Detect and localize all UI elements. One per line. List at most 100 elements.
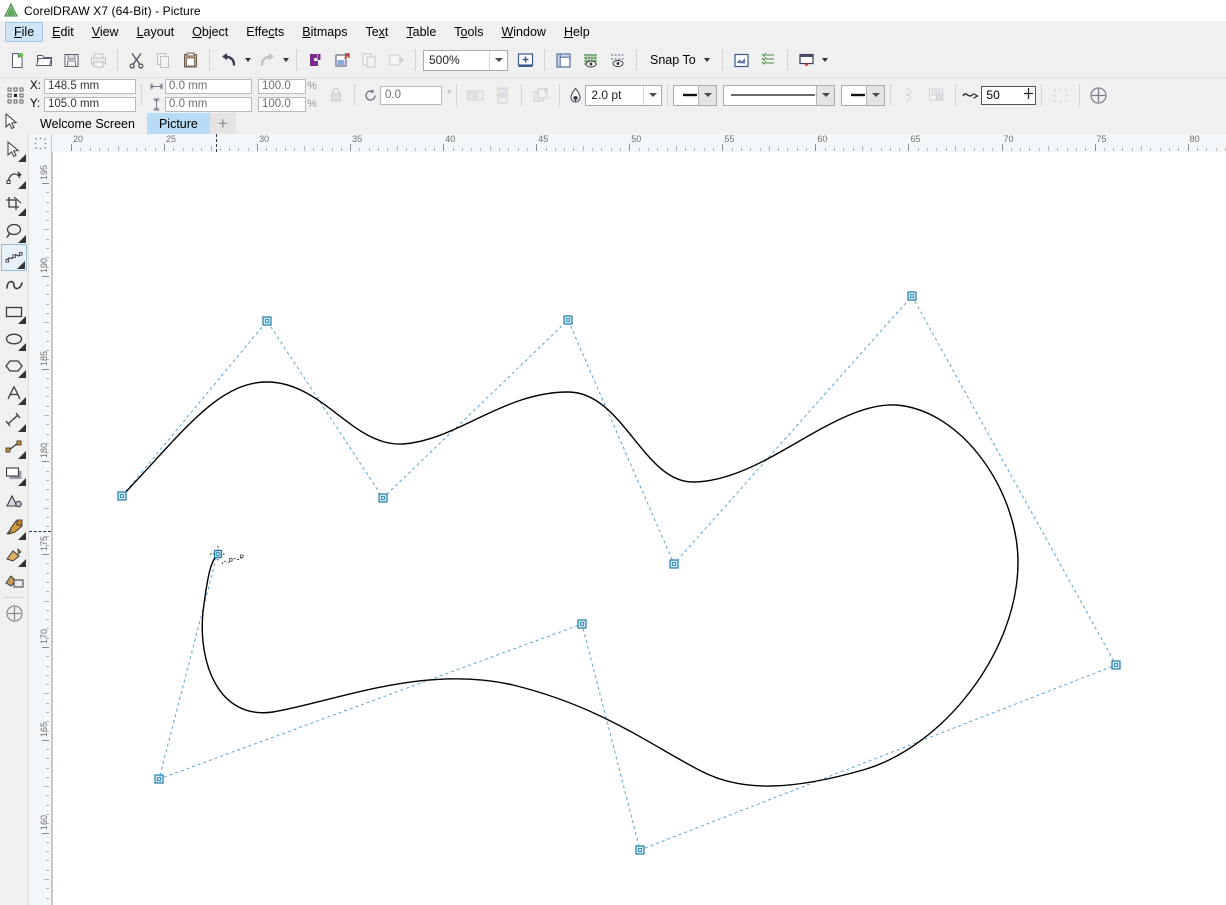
freehand-tool[interactable] xyxy=(1,244,27,271)
show-grid-button[interactable] xyxy=(577,47,604,74)
object-height-field[interactable]: 0.0 mm xyxy=(165,96,252,112)
pick-tool[interactable] xyxy=(1,136,27,163)
menu-help[interactable]: Help xyxy=(555,22,599,42)
color-eyedropper-tool[interactable] xyxy=(1,514,27,541)
shape-tool[interactable] xyxy=(1,163,27,190)
menu-effects[interactable]: Effects xyxy=(237,22,293,42)
show-rulers-button[interactable] xyxy=(550,47,577,74)
curve-node[interactable] xyxy=(378,493,388,503)
curve-node[interactable] xyxy=(577,619,587,629)
drop-shadow-tool[interactable] xyxy=(1,460,27,487)
end-arrow-dropdown-arrow[interactable] xyxy=(866,85,885,105)
curve-node[interactable] xyxy=(1111,660,1121,670)
snap-to-arrow[interactable] xyxy=(702,49,713,71)
tab-picture[interactable]: Picture xyxy=(146,113,210,134)
rectangle-tool[interactable] xyxy=(1,298,27,325)
smart-fill-tool[interactable] xyxy=(1,568,27,595)
add-node-icon[interactable] xyxy=(1085,82,1112,109)
curve-node[interactable] xyxy=(907,291,917,301)
line-style-combo[interactable] xyxy=(723,84,836,106)
import-button[interactable] xyxy=(302,47,329,74)
text-tool[interactable] xyxy=(1,379,27,406)
application-launcher-arrow[interactable] xyxy=(820,49,831,71)
tab-welcome-screen[interactable]: Welcome Screen xyxy=(28,113,147,134)
copy-button[interactable] xyxy=(150,47,177,74)
curve-node[interactable] xyxy=(117,491,127,501)
curve-node[interactable] xyxy=(563,315,573,325)
lock-ratio-icon[interactable] xyxy=(322,82,349,109)
parallel-dimension-tool[interactable] xyxy=(1,406,27,433)
vertical-ruler[interactable]: 195 190 185 180 175 170 165 160 xyxy=(29,152,52,905)
scale-horizontal-field[interactable]: 100.0 xyxy=(258,78,306,94)
start-arrow-combo[interactable] xyxy=(673,84,718,106)
print-button[interactable] xyxy=(85,47,112,74)
menu-table[interactable]: Table xyxy=(397,22,445,42)
curve-node[interactable] xyxy=(635,845,645,855)
line-style-dropdown-arrow[interactable] xyxy=(816,85,835,105)
y-position-field[interactable]: 105.0 mm xyxy=(44,96,136,112)
options-button[interactable] xyxy=(728,47,755,74)
send-to-button[interactable] xyxy=(383,47,410,74)
rotation-angle-field[interactable]: 0.0 xyxy=(380,85,442,105)
menu-window[interactable]: Window xyxy=(492,22,554,42)
menu-object[interactable]: Object xyxy=(183,22,237,42)
open-document-button[interactable] xyxy=(31,47,58,74)
start-arrow-dropdown-arrow[interactable] xyxy=(698,85,717,105)
zoom-level-combo[interactable]: 500% xyxy=(423,49,508,71)
ellipse-tool[interactable] xyxy=(1,325,27,352)
new-document-button[interactable] xyxy=(4,47,31,74)
transparency-tool[interactable] xyxy=(1,487,27,514)
redo-button[interactable] xyxy=(253,47,280,74)
auto-close-curve-icon[interactable] xyxy=(1047,82,1074,109)
export-button[interactable] xyxy=(329,47,356,74)
curve-node[interactable] xyxy=(669,559,679,569)
smart-drawing-tool[interactable] xyxy=(1,271,27,298)
object-manager-button[interactable] xyxy=(755,47,782,74)
wrap-paragraph-text-icon[interactable] xyxy=(896,82,923,109)
paste-button[interactable] xyxy=(177,47,204,74)
outline-pen-icon[interactable] xyxy=(565,82,585,109)
curve-node[interactable] xyxy=(154,774,164,784)
publish-pdf-button[interactable] xyxy=(356,47,383,74)
menu-edit[interactable]: Edit xyxy=(43,22,83,42)
zoom-level-dropdown-arrow[interactable] xyxy=(489,50,507,70)
quick-customize-button[interactable] xyxy=(1,600,27,627)
crop-tool[interactable] xyxy=(1,190,27,217)
snap-to-dropdown[interactable]: Snap To xyxy=(642,49,717,71)
end-arrow-combo[interactable] xyxy=(841,84,886,106)
object-width-field[interactable]: 0.0 mm xyxy=(165,78,252,94)
ruler-corner[interactable] xyxy=(29,134,52,153)
full-screen-preview-button[interactable] xyxy=(512,47,539,74)
save-document-button[interactable] xyxy=(58,47,85,74)
horizontal-ruler[interactable]: 20 25 30 35 40 45 50 55 60 65 70 75 80 xyxy=(52,134,1226,153)
drawing-canvas[interactable] xyxy=(52,152,1226,905)
menu-text[interactable]: Text xyxy=(356,22,397,42)
menu-view[interactable]: View xyxy=(83,22,128,42)
freehand-smoothing-spinner[interactable]: 50 xyxy=(981,85,1037,105)
curve-node[interactable] xyxy=(262,316,272,326)
add-tab-button[interactable]: + xyxy=(209,113,236,134)
order-to-front-icon[interactable] xyxy=(527,82,554,109)
application-launcher-button[interactable] xyxy=(793,47,820,74)
object-origin-selector[interactable] xyxy=(3,82,27,109)
x-position-field[interactable]: 148.5 mm xyxy=(44,78,136,94)
mirror-horizontally-icon[interactable] xyxy=(462,82,489,109)
outline-width-combo[interactable]: 2.0 pt xyxy=(585,84,663,106)
scale-vertical-field[interactable]: 100.0 xyxy=(258,96,306,112)
outline-width-dropdown-arrow[interactable] xyxy=(643,85,662,105)
cut-button[interactable] xyxy=(123,47,150,74)
zoom-tool[interactable] xyxy=(1,217,27,244)
straight-line-connector-tool[interactable] xyxy=(1,433,27,460)
polygon-tool[interactable] xyxy=(1,352,27,379)
text-wrap-icon[interactable] xyxy=(923,82,950,109)
freehand-smoothing-stepper[interactable] xyxy=(1021,87,1035,103)
redo-dropdown-arrow[interactable] xyxy=(280,49,291,71)
undo-button[interactable] xyxy=(215,47,242,74)
menu-file[interactable]: File xyxy=(5,22,44,42)
mirror-vertically-icon[interactable] xyxy=(489,82,516,109)
interactive-fill-tool[interactable] xyxy=(1,541,27,568)
undo-dropdown-arrow[interactable] xyxy=(242,49,253,71)
menu-bitmaps[interactable]: Bitmaps xyxy=(293,22,356,42)
menu-layout[interactable]: Layout xyxy=(128,22,184,42)
show-guidelines-button[interactable] xyxy=(604,47,631,74)
